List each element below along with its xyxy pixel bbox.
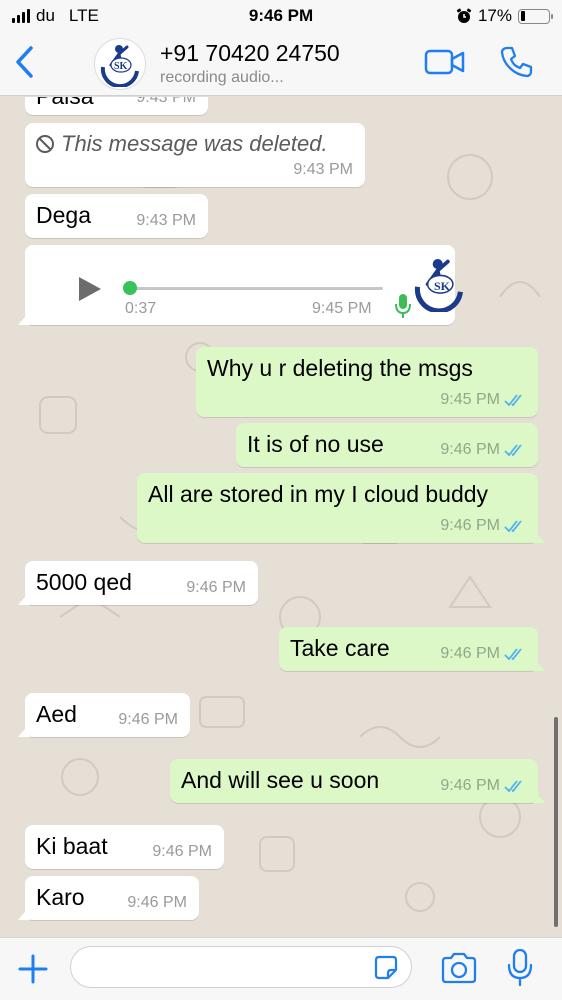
message-text: Take care [290, 635, 390, 661]
message-text: It is of no use [247, 431, 384, 457]
message-time: 9:46 PM [186, 579, 246, 597]
message-text: Karo [36, 884, 85, 910]
message-bubble-aed[interactable]: Aed 9:46 PM [18, 693, 190, 737]
message-text: This message was deleted. [61, 131, 328, 156]
message-time: 9:43 PM [136, 97, 196, 107]
time-label: 9:46 PM [152, 843, 212, 860]
voice-duration: 0:37 [125, 300, 157, 317]
message-text: Why u r deleting the msgs [207, 355, 473, 381]
message-time: 9:45 PM [312, 300, 372, 317]
message-text: All are stored in my I cloud buddy [148, 481, 489, 507]
message-text: Ki baat [36, 833, 108, 859]
battery-fill [520, 11, 526, 21]
chat-area[interactable]: Paisa 9:43 PM This message was deleted. … [0, 97, 562, 937]
time-label: 9:46 PM [186, 579, 246, 596]
voice-sender-avatar: SK [409, 253, 469, 313]
read-ticks-icon [504, 444, 522, 457]
message-bubble-take-care[interactable]: Take care 9:46 PM [279, 627, 545, 671]
time-label: 9:45 PM [440, 391, 500, 408]
message-bubble-stored[interactable]: All are stored in my I cloud buddy 9:46 … [137, 473, 545, 543]
attach-button[interactable] [16, 952, 50, 986]
avatar-text: SK [114, 61, 128, 72]
message-text: And will see u soon [181, 767, 380, 793]
input-bar [0, 937, 562, 1000]
time-label: 9:43 PM [293, 161, 353, 178]
voice-avatar-text: SK [434, 279, 451, 293]
battery-icon [518, 8, 553, 24]
chat-header: SK +91 70420 24750 recording audio... [0, 32, 562, 96]
video-call-button[interactable] [424, 46, 466, 78]
time-label: 9:46 PM [127, 894, 187, 911]
message-time: 9:46 PM [440, 645, 526, 663]
contact-status: recording audio... [160, 69, 284, 86]
phone-icon [500, 46, 533, 78]
camera-icon [441, 952, 477, 984]
message-time: 9:46 PM [440, 777, 526, 795]
camera-button[interactable] [440, 952, 478, 984]
message-bubble-no-use[interactable]: It is of no use 9:46 PM [236, 423, 538, 467]
message-time: 9:43 PM [293, 161, 353, 179]
read-ticks-icon [504, 394, 522, 407]
time-label: 9:46 PM [118, 711, 178, 728]
message-text: Aed [36, 701, 77, 727]
video-camera-icon [424, 49, 465, 75]
scrollbar[interactable] [554, 717, 558, 927]
back-button[interactable] [8, 42, 40, 82]
message-time: 9:46 PM [127, 894, 187, 912]
read-ticks-icon [504, 648, 522, 661]
time-label: 9:46 PM [440, 777, 500, 794]
message-bubble-qed[interactable]: 5000 qed 9:46 PM [18, 561, 258, 605]
message-time: 9:46 PM [152, 843, 212, 861]
microphone-icon [507, 948, 533, 987]
read-ticks-icon [504, 780, 522, 793]
read-ticks-icon [504, 520, 522, 533]
message-bubble-ki-baat[interactable]: Ki baat 9:46 PM [25, 825, 224, 869]
time-label: 9:46 PM [440, 441, 500, 458]
message-bubble-deleted[interactable]: This message was deleted. 9:43 PM [25, 123, 365, 187]
plus-icon [18, 954, 48, 984]
time-label: 9:46 PM [440, 645, 500, 662]
message-time: 9:46 PM [440, 517, 526, 535]
message-bubble-see-soon[interactable]: And will see u soon 9:46 PM [170, 759, 545, 803]
contact-name[interactable]: +91 70420 24750 [160, 40, 340, 67]
sticker-button[interactable] [372, 954, 400, 982]
message-text: Paisa [36, 97, 94, 110]
time-label: 9:43 PM [136, 97, 196, 106]
message-time: 9:46 PM [440, 441, 526, 459]
play-button[interactable] [75, 275, 103, 303]
message-bubble-karo[interactable]: Karo 9:46 PM [18, 876, 199, 920]
message-bubble-partial[interactable]: Paisa 9:43 PM [25, 97, 208, 115]
voice-progress-track[interactable] [129, 287, 383, 290]
play-icon [79, 277, 101, 301]
status-bar: du LTE 9:46 PM 17% [0, 0, 562, 32]
voice-progress-handle[interactable] [123, 281, 137, 295]
deleted-message: This message was deleted. [35, 131, 328, 157]
status-right: 17% [456, 6, 553, 26]
message-time: 9:46 PM [118, 711, 178, 729]
message-text: 5000 qed [36, 569, 132, 595]
message-bubble-dega[interactable]: Dega 9:43 PM [25, 194, 208, 238]
time-label: 9:46 PM [440, 517, 500, 534]
alarm-icon [456, 8, 472, 23]
sticker-icon [374, 955, 398, 980]
blocked-icon [36, 135, 54, 153]
message-time: 9:43 PM [136, 212, 196, 230]
voice-call-button[interactable] [498, 44, 534, 80]
battery-percent: 17% [477, 6, 512, 25]
message-bubble-why[interactable]: Why u r deleting the msgs 9:45 PM [196, 347, 538, 417]
message-time: 9:45 PM [440, 391, 526, 409]
voice-record-button[interactable] [506, 948, 534, 988]
message-input[interactable] [70, 946, 412, 988]
avatar[interactable]: SK [94, 38, 146, 90]
message-text: Dega [36, 202, 91, 228]
chevron-left-icon [16, 46, 33, 78]
time-label: 9:43 PM [136, 212, 196, 229]
voice-message-bubble[interactable]: 0:37 9:45 PM SK [18, 245, 463, 325]
